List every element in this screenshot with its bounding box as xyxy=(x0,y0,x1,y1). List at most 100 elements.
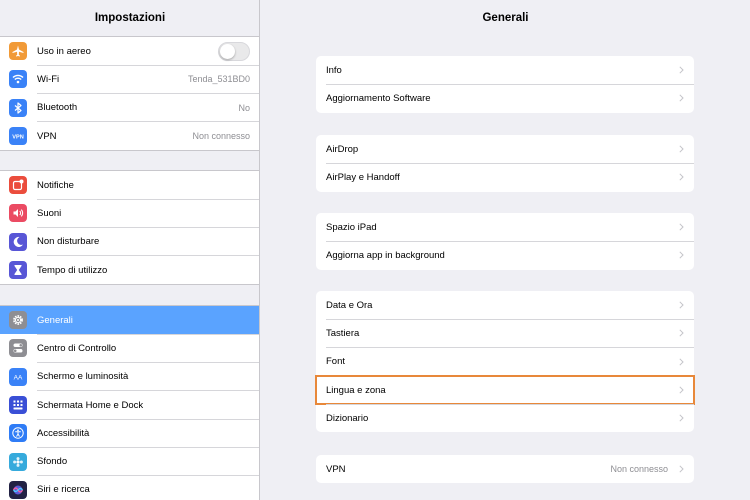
sidebar-item-label: Generali xyxy=(37,314,73,326)
settings-row-label: Data e Ora xyxy=(326,299,373,311)
settings-row-dizionario[interactable]: Dizionario xyxy=(316,404,694,432)
settings-row-aggiornamento-software[interactable]: Aggiornamento Software xyxy=(316,84,694,112)
settings-row-info[interactable]: Info xyxy=(316,56,694,85)
sidebar-item-moon[interactable]: Non disturbare xyxy=(0,228,259,257)
sidebar-item-display[interactable]: AA Schermo e luminosità xyxy=(0,363,259,392)
sidebar-item-accessibility[interactable]: Accessibilità xyxy=(0,419,259,448)
sidebar-item-label: Accessibilità xyxy=(37,427,90,439)
bluetooth-icon xyxy=(9,98,27,117)
sidebar-item-label: Siri e ricerca xyxy=(37,484,90,496)
sidebar-item-gear[interactable]: Generali xyxy=(0,306,259,335)
chevron-right-icon xyxy=(676,222,686,232)
sidebar-item-airplane[interactable]: Uso in aereo xyxy=(0,37,259,66)
settings-row-label: Font xyxy=(326,356,346,368)
sidebar-item-hourglass[interactable]: Tempo di utilizzo xyxy=(0,256,259,284)
settings-row-airdrop[interactable]: AirDrop xyxy=(316,135,694,164)
airplane-mode-toggle[interactable] xyxy=(218,42,250,61)
chevron-right-icon xyxy=(676,328,686,338)
moon-icon xyxy=(9,232,27,251)
sidebar-item-label: Centro di Controllo xyxy=(37,342,117,354)
settings-row-spazio-ipad[interactable]: Spazio iPad xyxy=(316,213,694,242)
sidebar-item-label: Non disturbare xyxy=(37,236,100,248)
sidebar-item-vpn[interactable]: VPN VPN Non connesso xyxy=(0,122,259,150)
sidebar-item-notifications[interactable]: Notifiche xyxy=(0,171,259,200)
sidebar-item-label: Suoni xyxy=(37,207,62,219)
settings-row-label: Aggiorna app in background xyxy=(326,249,445,261)
chevron-right-icon xyxy=(676,250,686,260)
airplane-icon xyxy=(9,42,27,61)
main-panel: Generali Info Aggiornamento Software AirDr… xyxy=(261,0,750,500)
sidebar-item-value: Tenda_531BD0 xyxy=(187,74,250,85)
vpn-icon: VPN xyxy=(9,127,27,146)
sidebar-group: Notifiche Suoni Non disturbare Tempo di uti… xyxy=(0,170,259,286)
gear-icon xyxy=(9,311,27,330)
sidebar-item-label: Wi-Fi xyxy=(37,73,60,85)
sidebar-item-value: Non connesso xyxy=(192,131,250,142)
settings-row-tastiera[interactable]: Tastiera xyxy=(316,319,694,348)
settings-row-label: AirPlay e Handoff xyxy=(326,171,400,183)
chevron-right-icon xyxy=(676,464,686,474)
notifications-icon xyxy=(9,176,27,195)
settings-row-airplay-e-handoff[interactable]: AirPlay e Handoff xyxy=(316,163,694,191)
sidebar-item-value: No xyxy=(238,102,250,113)
settings-row-value: Non connesso xyxy=(610,464,668,475)
wallpaper-icon xyxy=(9,452,27,471)
settings-row-aggiorna-app-in-background[interactable]: Aggiorna app in background xyxy=(316,241,694,269)
settings-row-label: AirDrop xyxy=(326,143,359,155)
hourglass-icon xyxy=(9,261,27,280)
sidebar-item-label: VPN xyxy=(37,130,57,142)
sidebar-item-control-center[interactable]: Centro di Controllo xyxy=(0,334,259,363)
chevron-right-icon xyxy=(676,357,686,367)
sidebar-item-label: Bluetooth xyxy=(37,102,78,114)
svg-text:VPN: VPN xyxy=(12,134,24,140)
wifi-icon xyxy=(9,70,27,89)
sidebar-item-label: Sfondo xyxy=(37,456,68,468)
settings-group: Spazio iPad Aggiorna app in background xyxy=(316,213,694,270)
sounds-icon xyxy=(9,204,27,223)
settings-row-label: Spazio iPad xyxy=(326,221,377,233)
settings-row-label: Dizionario xyxy=(326,412,369,424)
chevron-right-icon xyxy=(676,172,686,182)
sidebar-group: Generali Centro di Controllo AA Schermo e l… xyxy=(0,305,259,500)
sidebar-item-wallpaper[interactable]: Sfondo xyxy=(0,447,259,477)
settings-row-data-e-ora[interactable]: Data e Ora xyxy=(316,291,694,320)
chevron-right-icon xyxy=(676,93,686,103)
sidebar-item-wifi[interactable]: Wi-Fi Tenda_531BD0 xyxy=(0,65,259,94)
sidebar-item-label: Schermo e luminosità xyxy=(37,371,129,383)
settings-row-font[interactable]: Font xyxy=(316,348,694,377)
chevron-right-icon xyxy=(676,144,686,154)
sidebar-item-label: Schermata Home e Dock xyxy=(37,399,144,411)
siri-icon xyxy=(9,480,27,499)
chevron-right-icon xyxy=(676,65,686,75)
toggle-knob xyxy=(220,44,235,59)
settings-group: Data e Ora Tastiera Font Lingua e zona Dizio… xyxy=(315,291,695,433)
settings-row-label: Tastiera xyxy=(326,327,360,339)
display-icon: AA xyxy=(9,367,27,386)
settings-row-label: Lingua e zona xyxy=(326,384,386,396)
sidebar-group: Uso in aereo Wi-Fi Tenda_531BD0 Bluetooth No… xyxy=(0,36,259,152)
settings-row-vpn[interactable]: VPN Non connesso xyxy=(316,455,694,483)
sidebar-item-home-dock[interactable]: Schermata Home e Dock xyxy=(0,391,259,420)
settings-row-label: Aggiornamento Software xyxy=(326,92,431,104)
settings-row-label: VPN xyxy=(326,463,346,475)
settings-group: VPN Non connesso xyxy=(316,455,694,484)
sidebar-item-bluetooth[interactable]: Bluetooth No xyxy=(0,94,259,123)
home-dock-icon xyxy=(9,396,27,415)
accessibility-icon xyxy=(9,424,27,443)
chevron-right-icon xyxy=(676,385,686,395)
sidebar: Impostazioni Uso in aereo Wi-Fi Tenda_531B… xyxy=(0,0,260,500)
settings-row-lingua-e-zona[interactable]: Lingua e zona xyxy=(315,374,695,406)
settings-row-label: Info xyxy=(326,64,342,76)
sidebar-item-sounds[interactable]: Suoni xyxy=(0,199,259,228)
sidebar-item-label: Notifiche xyxy=(37,179,74,191)
page-title: Generali xyxy=(482,12,529,24)
settings-group: Info Aggiornamento Software xyxy=(316,56,694,113)
chevron-right-icon xyxy=(676,300,686,310)
svg-text:AA: AA xyxy=(14,374,23,381)
chevron-right-icon xyxy=(676,413,686,423)
sidebar-title: Impostazioni xyxy=(94,12,166,24)
sidebar-item-siri[interactable]: Siri e ricerca xyxy=(0,476,259,500)
sidebar-item-label: Tempo di utilizzo xyxy=(37,264,108,276)
control-center-icon xyxy=(9,339,27,358)
settings-group: AirDrop AirPlay e Handoff xyxy=(316,135,694,192)
